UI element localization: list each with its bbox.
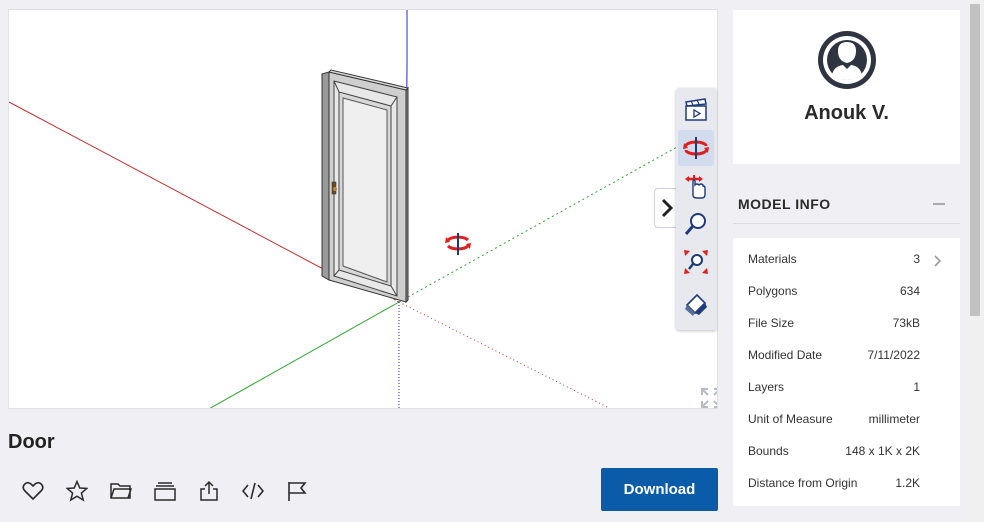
viewer-toolbar	[676, 88, 716, 330]
add-to-folder-button[interactable]	[110, 479, 154, 503]
action-bar	[22, 479, 330, 503]
info-label: File Size	[748, 316, 795, 330]
info-value: 3	[913, 252, 920, 266]
green-axis-negative	[398, 146, 678, 303]
info-label: Polygons	[748, 284, 798, 298]
info-value: 634	[899, 284, 920, 298]
info-row-bounds: Bounds 148 x 1K x 2K	[748, 441, 920, 461]
info-value: millimeter	[868, 412, 920, 426]
like-button[interactable]	[22, 479, 66, 503]
chevron-right-icon[interactable]	[933, 255, 943, 267]
model-info-title: MODEL INFO	[738, 195, 831, 212]
model-info-header[interactable]: MODEL INFO	[733, 184, 960, 224]
info-row-layers: Layers 1	[748, 377, 920, 397]
zoom-icon	[684, 213, 706, 235]
scenes-icon	[685, 98, 707, 121]
orbit-cursor-icon	[445, 233, 471, 255]
zoom-extents-button[interactable]	[678, 244, 714, 280]
model-viewer[interactable]	[8, 9, 718, 409]
section-button[interactable]	[678, 286, 714, 322]
info-label: Bounds	[748, 444, 789, 458]
folder-icon	[110, 483, 132, 499]
collection-icon	[154, 482, 176, 501]
info-row-file-size: File Size 73kB	[748, 313, 920, 333]
pan-icon	[685, 175, 706, 199]
report-button[interactable]	[286, 479, 330, 503]
red-axis-back	[398, 301, 611, 408]
info-label: Unit of Measure	[748, 412, 833, 426]
flag-icon	[288, 482, 307, 501]
green-axis	[209, 301, 400, 408]
info-row-distance-from-origin: Distance from Origin 1.2K	[748, 473, 920, 493]
red-axis	[9, 101, 328, 272]
scenes-button[interactable]	[678, 92, 714, 128]
info-label: Modified Date	[748, 348, 823, 362]
star-icon	[66, 480, 88, 502]
info-label: Materials	[748, 252, 797, 266]
toolbar-toggle-button[interactable]	[654, 188, 678, 228]
scrollbar-thumb[interactable]	[970, 4, 980, 316]
add-to-collection-button[interactable]	[154, 479, 198, 503]
info-value: 1.2K	[895, 476, 920, 490]
info-value: 73kB	[892, 316, 920, 330]
favorite-button[interactable]	[66, 479, 110, 503]
user-avatar-icon[interactable]	[816, 29, 878, 96]
author-card[interactable]: Anouk V.	[733, 10, 960, 164]
orbit-icon	[683, 137, 709, 159]
model-info-list: Materials 3 Polygons 634 File Size 73kB …	[733, 238, 960, 506]
info-label: Layers	[748, 380, 785, 394]
info-row-materials[interactable]: Materials 3	[748, 249, 920, 269]
info-label: Distance from Origin	[748, 476, 858, 490]
chevron-right-icon	[661, 198, 673, 218]
info-row-unit-of-measure: Unit of Measure millimeter	[748, 409, 920, 429]
model-title: Door	[8, 431, 55, 453]
embed-button[interactable]	[242, 479, 286, 503]
share-button[interactable]	[198, 479, 242, 503]
embed-icon	[242, 482, 264, 500]
pan-button[interactable]	[678, 168, 714, 204]
3d-scene[interactable]	[9, 10, 718, 409]
fullscreen-icon[interactable]	[701, 388, 717, 408]
info-value: 7/11/2022	[867, 348, 921, 362]
share-icon	[200, 480, 218, 501]
info-row-modified-date: Modified Date 7/11/2022	[748, 345, 920, 365]
page-scrollbar[interactable]	[966, 0, 984, 522]
zoom-button[interactable]	[678, 206, 714, 242]
collapse-icon[interactable]	[933, 202, 945, 205]
info-value: 1	[913, 380, 920, 394]
info-value: 148 x 1K x 2K	[845, 444, 920, 458]
section-eraser-icon	[685, 293, 707, 316]
info-row-polygons: Polygons 634	[748, 281, 920, 301]
zoom-extents-icon	[684, 250, 708, 274]
author-name[interactable]: Anouk V.	[804, 102, 889, 125]
heart-icon	[22, 481, 44, 501]
download-button[interactable]: Download	[601, 468, 718, 511]
orbit-button[interactable]	[678, 130, 714, 166]
door-model[interactable]	[321, 69, 409, 304]
